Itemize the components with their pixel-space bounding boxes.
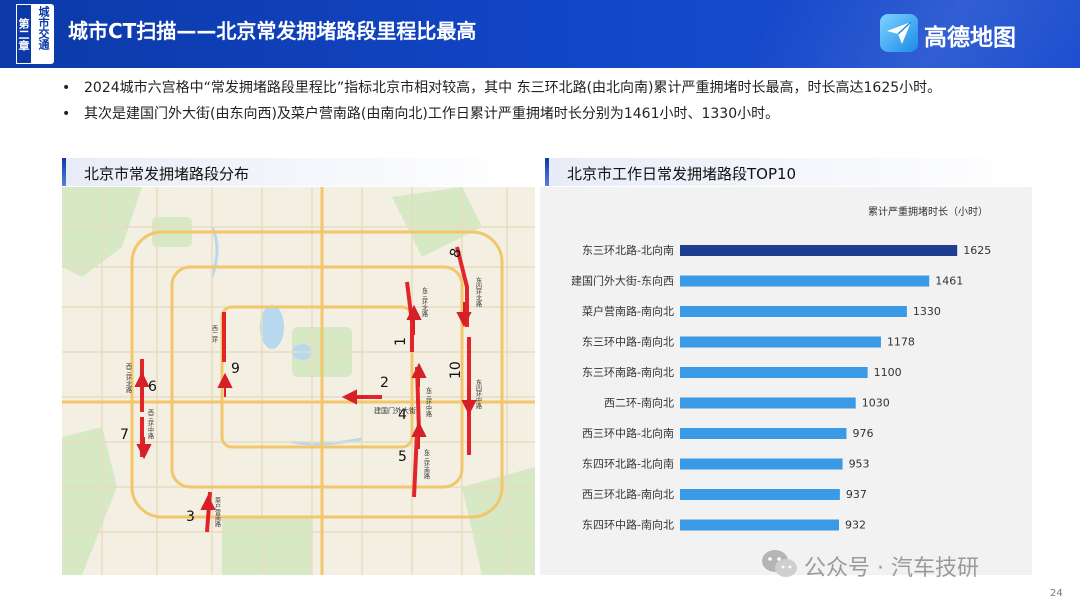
chapter-number: 第二章 — [16, 4, 32, 64]
amap-logo-icon — [880, 14, 918, 52]
watermark-text: 公众号 · 汽车技研 — [804, 556, 979, 581]
category-label: 建国门外大街-东向西 — [571, 274, 674, 288]
route-number-2: 2 — [380, 375, 389, 391]
title-accent-bar — [62, 158, 66, 186]
bar — [680, 306, 907, 317]
data-label: 1330 — [913, 305, 941, 318]
map-section-title: 北京市常发拥堵路段分布 — [62, 158, 522, 186]
route-number-6: 6 — [148, 379, 157, 395]
data-label: 976 — [852, 427, 873, 440]
road-label-r6: 西三环北路 — [125, 363, 132, 394]
data-label: 937 — [846, 488, 867, 501]
category-label: 东四环北路-北向南 — [582, 457, 674, 471]
route-number-1: 1 — [393, 337, 409, 346]
chapter-name: 城市交通 — [37, 6, 50, 50]
bar — [680, 489, 840, 500]
category-label: 东三环南路-南向北 — [582, 365, 674, 379]
map-svg: 1 2 3 4 5 6 7 8 9 10 东三环北路 建国门外大街 菜户营南路 … — [62, 187, 535, 575]
road-label-r3: 菜户营南路 — [214, 496, 221, 528]
road-label-r10: 东四环中路 — [475, 378, 482, 410]
bullet-text: 其次是建国门外大街(由东向西)及菜户营南路(由南向北)工作日累计严重拥堵时长分别… — [84, 106, 780, 122]
bullet-item: • 2024城市六宫格中“常发拥堵路段里程比”指标北京市相对较高，其中 东三环北… — [62, 79, 1042, 97]
bullet-dot: • — [62, 106, 71, 122]
route-number-5: 5 — [398, 449, 407, 465]
category-label: 菜户营南路-南向北 — [582, 304, 674, 318]
logo-text: 高德地图 — [924, 25, 1016, 51]
watermark: 公众号 · 汽车技研 — [760, 548, 979, 582]
chart-axis-label: 累计严重拥堵时长（小时） — [868, 205, 988, 218]
bar — [680, 428, 847, 439]
page-title: 城市CT扫描——北京常发拥堵路段里程比最高 — [68, 19, 477, 43]
road-label-r8: 东四环北路 — [475, 276, 482, 308]
road-label-r9: 西二环 — [211, 325, 218, 344]
category-label: 西三环中路-北向南 — [582, 426, 674, 440]
summary-bullets: • 2024城市六宫格中“常发拥堵路段里程比”指标北京市相对较高，其中 东三环北… — [62, 79, 1042, 131]
data-label: 1461 — [935, 275, 963, 288]
route-number-3: 3 — [186, 509, 195, 525]
chart-section-title: 北京市工作日常发拥堵路段TOP10 — [545, 158, 1030, 186]
road-label-r5: 东三环南路 — [423, 448, 430, 480]
route-number-7: 7 — [120, 427, 129, 443]
bullet-text: 2024城市六宫格中“常发拥堵路段里程比”指标北京市相对较高，其中 东三环北路(… — [84, 80, 942, 96]
data-label: 1030 — [862, 397, 890, 410]
road-label-r7: 西三环中路 — [147, 409, 154, 440]
data-label: 1100 — [874, 366, 902, 379]
data-label: 1178 — [887, 336, 915, 349]
category-label: 西二环-南向北 — [604, 396, 674, 410]
bar — [680, 275, 930, 287]
road-label-r4: 东三环中路 — [425, 386, 432, 418]
road-label-r2: 建国门外大街 — [374, 406, 416, 415]
bar — [680, 519, 839, 531]
data-label: 953 — [849, 458, 870, 471]
category-label: 西三环北路-南向北 — [582, 487, 674, 501]
data-label: 1625 — [963, 244, 991, 257]
wechat-icon — [762, 550, 797, 577]
category-label: 东三环中路-南向北 — [582, 335, 674, 349]
bar — [680, 397, 856, 409]
bar — [680, 458, 843, 470]
bar — [680, 367, 868, 378]
top10-bar-chart: 累计严重拥堵时长（小时） 东三环北路-北向南 1625 建国门外大街-东向西 1461… — [571, 205, 991, 532]
ring-roads — [62, 187, 535, 575]
category-label: 东三环北路-北向南 — [582, 243, 674, 257]
chart-title-text: 北京市工作日常发拥堵路段TOP10 — [567, 165, 797, 183]
category-label: 东四环中路-南向北 — [582, 518, 674, 532]
beijing-congestion-map: 1 2 3 4 5 6 7 8 9 10 东三环北路 建国门外大街 菜户营南路 … — [62, 187, 535, 575]
route-number-10: 10 — [448, 361, 464, 379]
route-number-9: 9 — [231, 361, 240, 377]
bar — [680, 336, 881, 348]
bar — [680, 245, 958, 256]
page-number: 24 — [1050, 588, 1063, 599]
bullet-item: • 其次是建国门外大街(由东向西)及菜户营南路(由南向北)工作日累计严重拥堵时长… — [62, 105, 1042, 123]
road-label-r1: 东三环北路 — [421, 286, 428, 318]
bullet-dot: • — [62, 80, 71, 96]
header-banner: 第二章 城市交通 城市CT扫描——北京常发拥堵路段里程比最高 高德地图 — [0, 0, 1080, 68]
chapter-badge: 第二章 城市交通 — [16, 4, 54, 64]
top10-chart-panel: 累计严重拥堵时长（小时） 东三环北路-北向南 1625 建国门外大街-东向西 1461… — [540, 187, 1032, 575]
map-title-text: 北京市常发拥堵路段分布 — [84, 165, 250, 183]
data-label: 932 — [845, 519, 866, 532]
title-accent-bar — [545, 158, 549, 186]
